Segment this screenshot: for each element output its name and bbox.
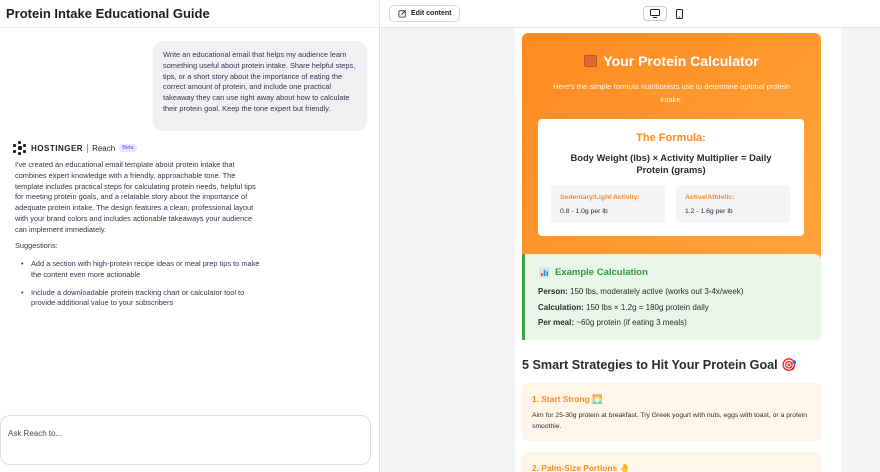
chat-header: Protein Intake Educational Guide: [0, 0, 379, 28]
edit-content-label: Edit content: [411, 10, 452, 17]
activity-box-active: Active/Athletic: 1.2 - 1.6g per lb: [676, 185, 790, 223]
beta-badge: Beta: [119, 144, 137, 152]
desktop-icon: [650, 9, 660, 18]
assistant-message: I've created an educational email templa…: [15, 160, 256, 234]
brand-product: Reach: [92, 143, 116, 153]
suggestions-list: Add a section with high-protein recipe i…: [20, 259, 260, 316]
formula-card: The Formula: Body Weight (lbs) × Activit…: [538, 119, 804, 236]
example-title: Example Calculation: [539, 267, 648, 278]
bar-chart-icon: [539, 267, 550, 278]
chat-panel: Protein Intake Educational Guide Write a…: [0, 0, 380, 472]
example-line: Per meal: ~60g protein (if eating 3 meal…: [538, 318, 687, 327]
assistant-brand: HOSTINGER Reach Beta: [13, 141, 137, 155]
suggestions-label: Suggestions:: [15, 241, 58, 250]
desktop-view-button[interactable]: [643, 6, 667, 21]
example-calculation-card: Example Calculation Person: 150 lbs, mod…: [522, 254, 821, 340]
brand-divider: [87, 143, 89, 153]
strategy-title: 2. Palm-Size Portions 🤚: [532, 463, 630, 472]
strategies-title: 5 Smart Strategies to Hit Your Protein G…: [522, 358, 797, 372]
suggestion-item[interactable]: Include a downloadable protein tracking …: [20, 288, 260, 310]
preview-toolbar: Edit content: [381, 0, 880, 28]
activity-box-sedentary: Sedentary/Light Activity: 0.8 - 1.0g per…: [551, 185, 665, 223]
calculator-title: Your Protein Calculator: [522, 53, 821, 69]
preview-panel: Edit content Your Protein Calculator Her…: [381, 0, 880, 472]
example-line: Person: 150 lbs, moderately active (work…: [538, 287, 744, 296]
activity-value: 1.2 - 1.6g per lb: [685, 208, 733, 215]
chat-input-box[interactable]: [0, 415, 371, 465]
hostinger-logo-icon: [13, 141, 27, 155]
brand-name: HOSTINGER: [31, 143, 84, 153]
mobile-icon: [675, 8, 683, 19]
edit-content-button[interactable]: Edit content: [389, 5, 461, 22]
calculator-subtitle: Here's the simple formula nutritionists …: [553, 82, 790, 104]
device-switch: [643, 6, 691, 21]
activity-label: Active/Athletic:: [685, 194, 735, 201]
edit-icon: [398, 10, 406, 18]
page-title: Protein Intake Educational Guide: [6, 6, 210, 21]
strategy-body: Aim for 25-30g protein at breakfast. Try…: [532, 412, 808, 430]
abacus-icon: [584, 55, 598, 67]
chat-input[interactable]: [1, 416, 370, 450]
strategy-card: 2. Palm-Size Portions 🤚: [522, 452, 821, 472]
email-preview: Your Protein Calculator Here's the simpl…: [515, 28, 841, 472]
formula-text: Body Weight (lbs) × Activity Multiplier …: [570, 152, 772, 175]
formula-label: The Formula:: [636, 132, 706, 144]
strategy-title: 1. Start Strong 🌅: [532, 394, 603, 404]
mobile-view-button[interactable]: [667, 6, 691, 21]
suggestion-item[interactable]: Add a section with high-protein recipe i…: [20, 259, 260, 281]
protein-calculator-card: Your Protein Calculator Here's the simpl…: [522, 33, 821, 281]
strategy-card: 1. Start Strong 🌅 Aim for 25-30g protein…: [522, 383, 821, 441]
activity-label: Sedentary/Light Activity:: [560, 194, 640, 201]
example-line: Calculation: 150 lbs × 1.2g = 180g prote…: [538, 303, 709, 312]
user-message: Write an educational email that helps my…: [153, 41, 367, 131]
activity-value: 0.8 - 1.0g per lb: [560, 208, 608, 215]
